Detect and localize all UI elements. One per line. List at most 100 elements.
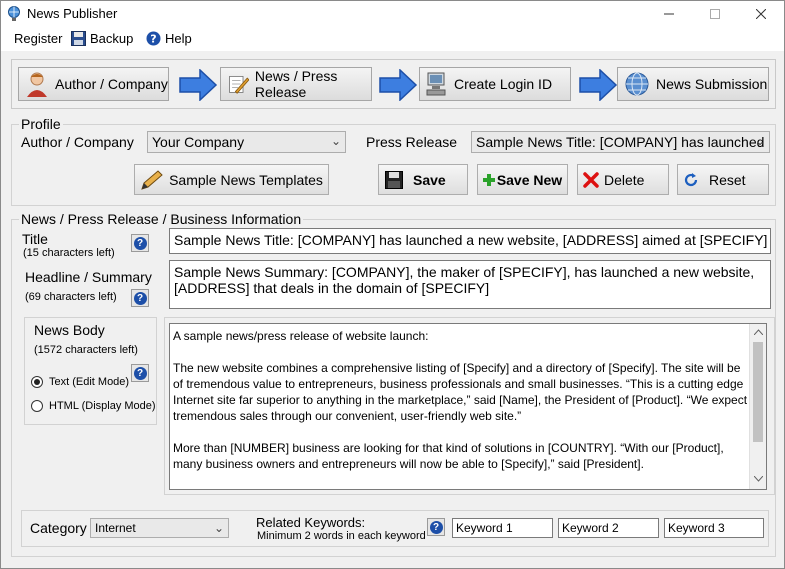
app-window: News Publisher Register Backup ? Help Au… — [0, 0, 785, 569]
sample-templates-button[interactable]: Sample News Templates — [134, 164, 329, 195]
scrollbar-thumb[interactable] — [753, 342, 763, 442]
headline-value: Sample News Summary: [COMPANY], the make… — [174, 264, 755, 296]
mode-text-radio[interactable]: Text (Edit Mode) — [31, 376, 129, 388]
vertical-scrollbar[interactable] — [749, 324, 766, 489]
title-input[interactable]: Sample News Title: [COMPANY] has launche… — [169, 228, 771, 254]
news-body-paragraph: The new website combines a comprehensive… — [173, 361, 748, 423]
step-news-label: News / Press Release — [254, 68, 338, 100]
press-release-select[interactable]: Sample News Title: [COMPANY] has launche… — [471, 131, 770, 153]
globe-icon — [625, 72, 649, 96]
help-icon: ? — [429, 520, 443, 534]
chevron-down-icon: ⌄ — [330, 134, 341, 148]
svg-text:?: ? — [150, 33, 156, 46]
step-author-label: Author / Company — [55, 76, 168, 92]
press-release-label: Press Release — [366, 134, 458, 150]
wizard-steps-panel: Author / Company News / Press Release Cr… — [11, 59, 776, 109]
step-submission-label: News Submission — [656, 76, 768, 92]
step-news-submission[interactable]: News Submission — [617, 67, 769, 101]
category-select[interactable]: Internet ⌄ — [90, 518, 229, 538]
radio-unselected-icon — [31, 400, 43, 412]
press-release-value: Sample News Title: [COMPANY] has launche… — [476, 134, 765, 150]
step-login-label: Create Login ID — [454, 76, 553, 92]
delete-x-icon — [583, 171, 599, 188]
headline-label: Headline / Summary — [25, 269, 152, 285]
floppy-disk-icon — [385, 170, 403, 189]
keyword2-value: Keyword 2 — [562, 521, 619, 535]
menu-help-label: Help — [165, 31, 192, 46]
minimize-icon — [664, 13, 674, 15]
help-icon: ? — [133, 236, 147, 250]
title-help-button[interactable]: ? — [131, 234, 149, 252]
step-arrow-icon — [579, 69, 618, 101]
title-count: (15 characters left) — [23, 247, 115, 259]
author-company-select[interactable]: Your Company ⌄ — [147, 131, 346, 153]
headline-help-button[interactable]: ? — [131, 289, 149, 307]
document-pencil-icon — [229, 75, 249, 94]
step-author-company[interactable]: Author / Company — [18, 67, 169, 101]
keyword3-input[interactable]: Keyword 3 — [664, 518, 764, 538]
scroll-down-icon — [754, 476, 763, 482]
mode-html-label: HTML (Display Mode) — [49, 400, 156, 412]
category-value: Internet — [95, 521, 136, 535]
minimize-button[interactable] — [646, 1, 692, 27]
step-news-press-release[interactable]: News / Press Release — [220, 67, 372, 101]
menu-backup[interactable]: Backup — [71, 31, 133, 46]
keywords-hint: Minimum 2 words in each keyword — [257, 530, 426, 542]
step-create-login[interactable]: Create Login ID — [419, 67, 571, 101]
category-label: Category — [30, 520, 87, 536]
keyword3-value: Keyword 3 — [668, 521, 725, 535]
news-body-count: (1572 characters left) — [34, 344, 138, 356]
window-title: News Publisher — [27, 6, 118, 21]
news-body-paragraph: A sample news/press release of website l… — [173, 329, 429, 343]
step-arrow-icon — [179, 69, 218, 101]
news-body-label: News Body — [34, 322, 105, 338]
menu-register[interactable]: Register — [14, 31, 62, 46]
news-body-help-button[interactable]: ? — [131, 364, 149, 382]
save-label: Save — [413, 171, 446, 188]
menu-bar: Register Backup ? Help — [1, 27, 784, 51]
author-company-value: Your Company — [152, 134, 245, 150]
save-new-label: Save New — [496, 171, 563, 188]
delete-button[interactable]: Delete — [577, 164, 669, 195]
close-button[interactable] — [738, 1, 784, 27]
pencil-icon — [141, 169, 163, 190]
news-body-content: A sample news/press release of website l… — [173, 328, 749, 486]
keyword1-value: Keyword 1 — [456, 521, 513, 535]
keywords-help-button[interactable]: ? — [427, 518, 445, 536]
mode-text-label: Text (Edit Mode) — [49, 376, 130, 388]
save-new-button[interactable]: Save New — [477, 164, 568, 195]
sample-templates-label: Sample News Templates — [169, 171, 323, 188]
plus-icon — [482, 173, 495, 186]
refresh-icon — [684, 172, 698, 186]
scroll-up-icon — [754, 329, 763, 335]
computer-user-icon — [426, 72, 446, 96]
step-arrow-icon — [379, 69, 418, 101]
app-globe-icon — [8, 6, 20, 21]
radio-selected-icon — [31, 376, 43, 388]
reset-label: Reset — [709, 171, 746, 188]
keyword1-input[interactable]: Keyword 1 — [452, 518, 553, 538]
chevron-down-icon: ⌄ — [213, 521, 224, 535]
menu-register-label: Register — [14, 31, 63, 46]
author-company-label: Author / Company — [21, 134, 134, 150]
save-button[interactable]: Save — [378, 164, 468, 195]
maximize-icon — [710, 9, 720, 19]
reset-button[interactable]: Reset — [677, 164, 769, 195]
help-icon: ? — [133, 366, 147, 380]
keywords-label: Related Keywords: — [256, 515, 366, 530]
menu-help[interactable]: ? Help — [146, 31, 192, 46]
help-icon: ? — [133, 291, 147, 305]
headline-textarea[interactable]: Sample News Summary: [COMPANY], the make… — [169, 260, 771, 309]
title-label: Title — [22, 231, 48, 247]
title-bar: News Publisher — [1, 1, 784, 27]
maximize-button[interactable] — [692, 1, 738, 27]
floppy-disk-icon — [71, 31, 86, 46]
keyword2-input[interactable]: Keyword 2 — [558, 518, 659, 538]
mode-html-radio[interactable]: HTML (Display Mode) — [31, 400, 156, 412]
headline-count: (69 characters left) — [25, 291, 117, 303]
person-icon — [27, 72, 47, 97]
business-info-legend: News / Press Release / Business Informat… — [19, 211, 304, 227]
news-body-textarea[interactable]: A sample news/press release of website l… — [169, 323, 767, 490]
help-circle-icon: ? — [146, 31, 161, 46]
chevron-down-icon: ⌄ — [754, 134, 765, 148]
